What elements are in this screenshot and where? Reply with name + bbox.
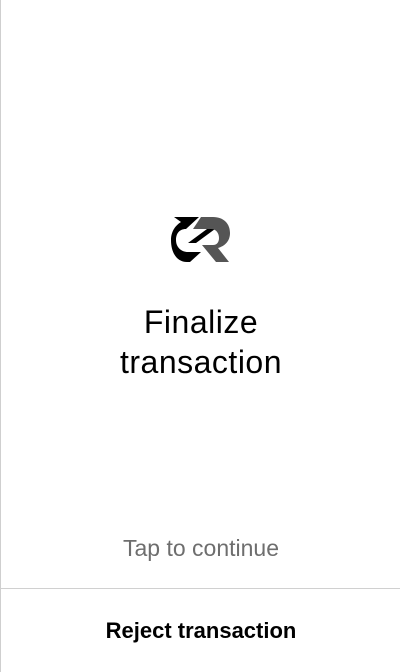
title-line-1: Finalize: [143, 304, 259, 340]
title-line-2: transaction: [119, 344, 283, 380]
reject-transaction-label: Reject transaction: [105, 617, 297, 643]
reject-transaction-button[interactable]: Reject transaction: [1, 589, 400, 672]
page-title: Finalize transaction: [1, 302, 400, 382]
tap-to-continue-hint[interactable]: Tap to continue: [1, 533, 400, 563]
decred-logo-icon: [171, 217, 231, 263]
finalize-transaction-screen[interactable]: Finalize transaction Tap to continue Rej…: [0, 0, 400, 672]
